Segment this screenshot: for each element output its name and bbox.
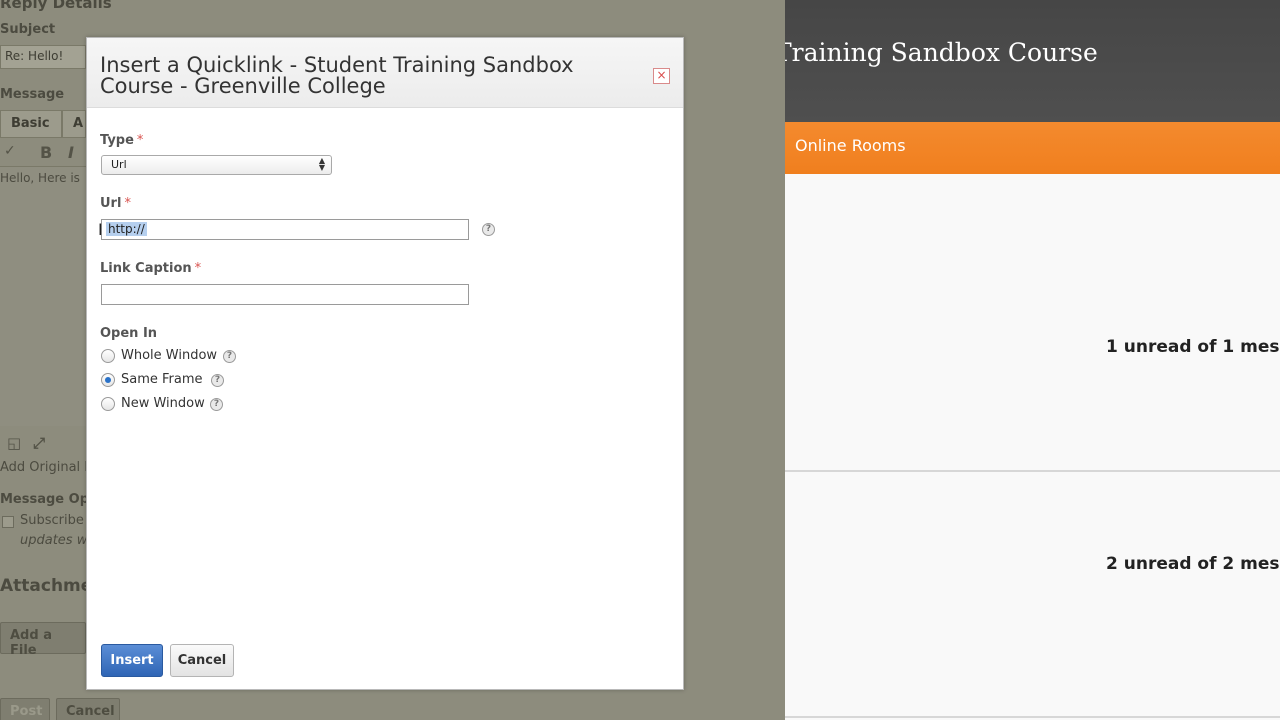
spellcheck-icon[interactable]: ✓ [4,143,16,159]
required-marker: * [124,196,131,211]
url-input[interactable]: http:// [101,219,469,240]
whole-window-label: Whole Window [121,348,218,363]
text-cursor-icon: I [98,220,103,239]
select-arrows-icon: ▲ ▼ [318,156,325,172]
subscribe-label: Subscribe [20,513,84,528]
type-select[interactable]: Url ▲ ▼ [101,155,332,175]
message-editor[interactable]: Hello, Here is [0,166,86,426]
new-window-label: New Window [121,396,205,411]
type-label: Type * [100,133,143,148]
reply-details-heading: Reply Details [0,0,112,12]
cancel-button[interactable]: Cancel [170,644,234,677]
same-frame-radio[interactable] [101,373,115,387]
subject-input[interactable]: Re: Hello! [0,45,86,69]
url-label-text: Url [100,196,122,211]
whole-window-help-icon[interactable]: ? [223,350,236,363]
post-button[interactable]: Post [0,698,50,720]
message-label: Message [0,87,65,102]
background-cancel-button[interactable]: Cancel [56,698,120,720]
type-label-text: Type [100,133,134,148]
unread-count: 1 unread of 1 mes [1106,337,1280,357]
tab-basic[interactable]: Basic [0,110,62,138]
room-row[interactable]: 1 unread of 1 mes [785,174,1280,470]
new-window-radio[interactable] [101,397,115,411]
same-frame-help-icon[interactable]: ? [211,374,224,387]
type-select-value: Url [111,158,127,171]
tab-advanced[interactable]: A [62,110,86,138]
required-marker: * [136,133,144,148]
subscribe-hint: updates w [20,533,88,548]
same-frame-label: Same Frame [121,372,203,387]
message-text: Hello, Here is [0,171,80,185]
fullscreen-icon[interactable]: ⤢ [33,434,45,452]
unread-count: 2 unread of 2 mes [1106,554,1280,574]
url-help-icon[interactable]: ? [482,223,495,236]
link-caption-label-text: Link Caption [100,261,192,276]
subscribe-checkbox[interactable] [2,516,14,528]
online-rooms-label[interactable]: Online Rooms [795,136,906,155]
open-in-label: Open In [100,326,158,341]
italic-icon[interactable]: I [68,143,74,162]
online-rooms-bar: Online Rooms [785,122,1280,174]
url-input-value: http:// [106,222,147,236]
message-options-label: Message Op [0,492,90,507]
link-caption-input[interactable] [101,284,469,305]
subject-label: Subject [0,22,56,37]
preview-icon[interactable]: ◱ [7,434,21,452]
url-label: Url * [100,196,131,211]
insert-button[interactable]: Insert [101,644,163,677]
dialog-header: Insert a Quicklink - Student Training Sa… [87,38,683,108]
insert-quicklink-dialog: Insert a Quicklink - Student Training Sa… [86,37,684,690]
course-header: Training Sandbox Course [785,0,1280,122]
room-divider [785,716,1280,718]
attachments-heading: Attachme [0,576,93,596]
add-original-link[interactable]: Add Original I [0,460,88,475]
new-window-help-icon[interactable]: ? [210,398,223,411]
add-file-button[interactable]: Add a File [0,622,86,658]
link-caption-label: Link Caption * [100,261,201,276]
room-row[interactable]: 2 unread of 2 mes [785,472,1280,720]
course-page: Training Sandbox Course Online Rooms 1 u… [785,0,1280,720]
required-marker: * [194,261,202,276]
whole-window-radio[interactable] [101,349,115,363]
dialog-title: Insert a Quicklink - Student Training Sa… [100,53,574,98]
close-icon[interactable]: × [653,68,670,84]
bold-icon[interactable]: B [40,143,52,162]
course-title: Training Sandbox Course [785,38,1098,67]
